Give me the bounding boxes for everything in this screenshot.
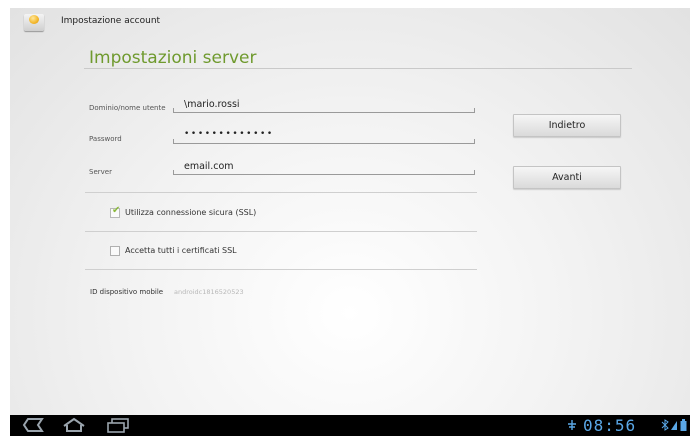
divider: [85, 192, 477, 193]
server-value: email.com: [184, 161, 234, 172]
username-label: Dominio/nome utente: [89, 104, 166, 112]
device-id-label: ID dispositivo mobile: [90, 288, 164, 296]
username-value: \mario.rossi: [184, 99, 240, 110]
back-button[interactable]: Indietro: [513, 114, 621, 137]
device-id-value: androidc1816520523: [174, 288, 244, 296]
server-label: Server: [89, 168, 112, 176]
username-field[interactable]: \mario.rossi: [173, 96, 475, 113]
battery-icon: [680, 419, 687, 431]
back-icon[interactable]: [22, 417, 44, 433]
password-label: Password: [89, 135, 122, 143]
next-button[interactable]: Avanti: [513, 166, 621, 189]
signal-icon: [671, 421, 677, 430]
bluetooth-icon: [661, 419, 669, 431]
screen: Impostazione account Impostazioni server…: [10, 8, 690, 415]
ssl-label: Utilizza connessione sicura (SSL): [125, 208, 257, 217]
ssl-checkbox[interactable]: ✔: [110, 205, 121, 218]
recent-apps-icon[interactable]: [106, 417, 130, 433]
checkmark-icon: ✔: [112, 205, 121, 216]
system-bar: 08:56: [10, 415, 690, 436]
clock: 08:56: [583, 416, 637, 435]
title-divider: [84, 68, 632, 69]
server-field[interactable]: email.com: [173, 158, 475, 175]
app-title: Impostazione account: [61, 16, 161, 26]
action-bar: Impostazione account: [10, 8, 690, 38]
password-field[interactable]: •••••••••••••: [173, 127, 475, 144]
usb-debug-icon: [568, 420, 576, 430]
email-app-icon[interactable]: [24, 14, 44, 31]
section-title: Impostazioni server: [89, 48, 257, 68]
divider: [85, 269, 477, 270]
accept-certificates-label: Accetta tutti i certificati SSL: [125, 246, 237, 255]
password-value: •••••••••••••: [184, 129, 274, 139]
divider: [85, 231, 477, 232]
accept-certificates-checkbox[interactable]: [110, 246, 120, 256]
home-icon[interactable]: [62, 417, 86, 433]
